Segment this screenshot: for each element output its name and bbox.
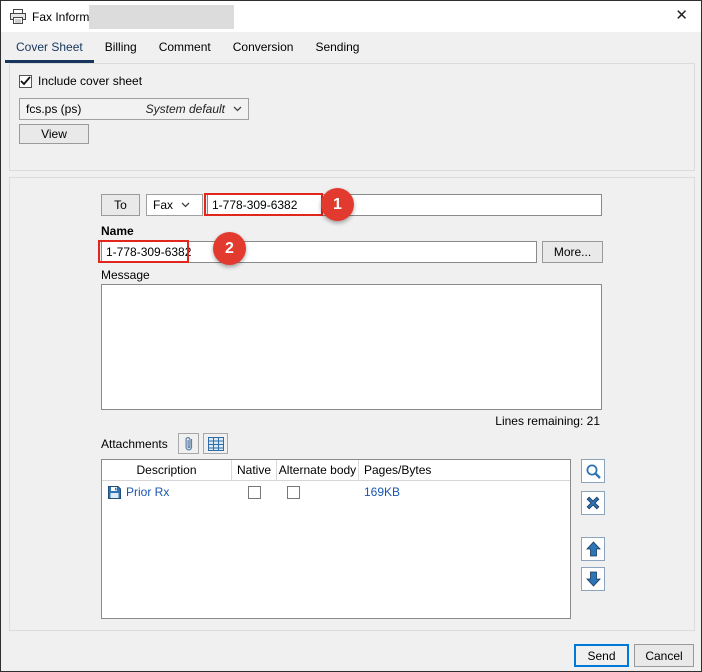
lines-remaining-text: Lines remaining: 21: [495, 414, 600, 428]
attachment-row[interactable]: Prior Rx 169KB: [102, 481, 570, 503]
move-down-button[interactable]: [581, 567, 605, 591]
tab-billing[interactable]: Billing: [94, 34, 148, 63]
native-checkbox[interactable]: [248, 485, 261, 499]
column-header-pages-bytes: Pages/Bytes: [364, 463, 432, 477]
cancel-button[interactable]: Cancel: [634, 644, 694, 667]
view-button[interactable]: View: [19, 124, 89, 144]
fax-printer-icon: [10, 9, 26, 27]
message-textarea[interactable]: [101, 284, 602, 410]
include-cover-sheet-label: Include cover sheet: [38, 74, 143, 88]
attachment-size: 169KB: [364, 485, 401, 499]
to-button[interactable]: To: [101, 194, 140, 216]
tab-cover-sheet[interactable]: Cover Sheet: [5, 34, 94, 63]
move-up-button[interactable]: [581, 537, 605, 561]
save-icon: [108, 485, 121, 499]
chevron-down-icon: [233, 106, 242, 112]
delete-x-icon: [585, 495, 601, 511]
checkbox-checked-icon[interactable]: [19, 74, 32, 88]
remove-attachment-button[interactable]: [581, 491, 605, 515]
tab-strip: Cover Sheet Billing Comment Conversion S…: [5, 34, 370, 63]
message-label: Message: [101, 268, 150, 282]
attach-library-button[interactable]: [203, 433, 228, 454]
column-header-alternate-body: Alternate body: [277, 460, 359, 480]
close-icon[interactable]: ✕: [675, 8, 688, 23]
alternate-body-checkbox[interactable]: [287, 485, 300, 499]
view-attachment-button[interactable]: [581, 459, 605, 483]
titlebar: Fax Information ✕: [1, 1, 701, 32]
name-label: Name: [101, 224, 134, 238]
arrow-down-icon: [585, 571, 601, 587]
attach-file-button[interactable]: [178, 433, 199, 454]
annotation-callout-1: 1: [321, 188, 354, 221]
annotation-callout-2: 2: [213, 232, 246, 265]
redacted-region: [89, 5, 234, 29]
column-header-native: Native: [232, 460, 277, 480]
attachments-table-header: Description Native Alternate body Pages/…: [102, 460, 570, 481]
cover-sheet-file-mode: System default: [145, 102, 225, 116]
chevron-down-icon: [181, 202, 190, 208]
annotation-box-2: [98, 240, 189, 263]
cover-sheet-file-value: fcs.ps (ps): [26, 102, 82, 116]
tab-conversion[interactable]: Conversion: [222, 34, 305, 63]
destination-type-value: Fax: [153, 198, 174, 212]
tab-comment[interactable]: Comment: [148, 34, 222, 63]
attachment-description: Prior Rx: [126, 485, 170, 499]
send-button[interactable]: Send: [574, 644, 629, 667]
attachments-label: Attachments: [101, 437, 168, 451]
paperclip-icon: [184, 436, 194, 452]
attachments-table: Description Native Alternate body Pages/…: [101, 459, 571, 619]
more-button[interactable]: More...: [542, 241, 603, 263]
insert-table-icon: [207, 436, 224, 451]
search-icon: [585, 463, 602, 480]
destination-type-select[interactable]: Fax: [146, 194, 203, 216]
cover-sheet-file-select[interactable]: fcs.ps (ps) System default: [19, 98, 249, 120]
arrow-up-icon: [585, 541, 601, 557]
include-cover-sheet-row[interactable]: Include cover sheet: [19, 74, 142, 88]
column-header-description: Description: [102, 460, 232, 480]
annotation-box-1: [204, 193, 323, 216]
tab-sending[interactable]: Sending: [304, 34, 370, 63]
fax-information-dialog: Fax Information ✕ Cover Sheet Billing Co…: [0, 0, 702, 672]
